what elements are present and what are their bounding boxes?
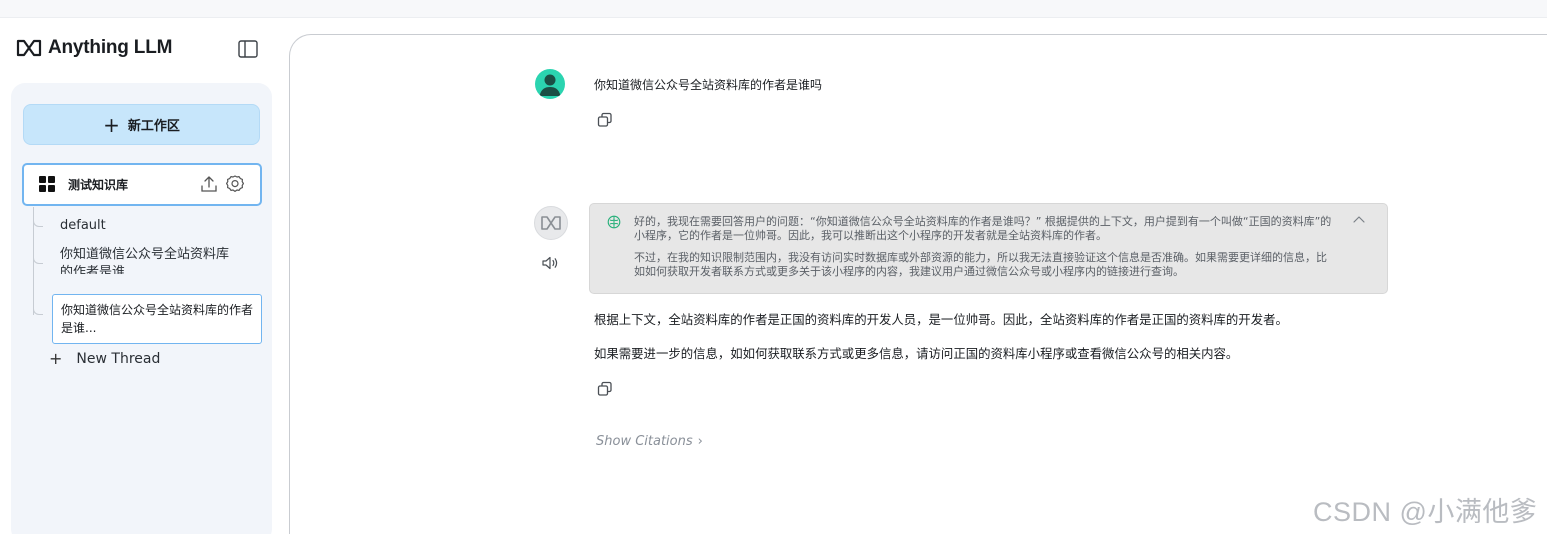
workspace-name: 测试知识库 bbox=[68, 178, 129, 192]
thread-item[interactable]: 你知道微信公众号全站资料库的作者是谁 bbox=[60, 246, 240, 274]
upload-icon[interactable] bbox=[200, 175, 218, 193]
new-workspace-button[interactable]: + 新工作区 bbox=[23, 104, 260, 145]
new-thread-button[interactable]: + New Thread bbox=[49, 349, 160, 368]
copy-icon[interactable] bbox=[597, 112, 613, 128]
new-workspace-label: 新工作区 bbox=[127, 119, 180, 134]
thinking-panel: 好的，我现在需要回答用户的问题：“你知道微信公众号全站资料库的作者是谁吗？” 根… bbox=[589, 203, 1388, 294]
plus-icon: + bbox=[103, 112, 120, 137]
app-logo[interactable]: Anything LLM bbox=[16, 37, 172, 59]
show-citations-label: Show Citations bbox=[596, 434, 693, 449]
thinking-paragraph: 不过，在我的知识限制范围内，我没有访问实时数据库或外部资源的能力，所以我无法直接… bbox=[634, 251, 1327, 278]
workspace-item-selected[interactable]: 测试知识库 bbox=[22, 163, 262, 206]
thread-tooltip: 你知道微信公众号全站资料库的作者是谁... bbox=[52, 294, 262, 344]
anythingllm-logo-icon bbox=[541, 216, 561, 230]
workspace-grid-icon bbox=[39, 176, 56, 193]
user-avatar bbox=[535, 69, 565, 99]
thread-branch bbox=[33, 305, 43, 315]
thinking-text: 好的，我现在需要回答用户的问题：“你知道微信公众号全站资料库的作者是谁吗？” 根… bbox=[634, 215, 1334, 279]
sidebar-toggle-icon[interactable] bbox=[238, 40, 258, 58]
assistant-answer-line: 如果需要进一步的信息，如如何获取联系方式或更多信息，请访问正国的资料库小程序或查… bbox=[594, 346, 1239, 361]
plus-icon: + bbox=[49, 349, 63, 368]
window-top-bar bbox=[0, 0, 1547, 18]
assistant-avatar bbox=[534, 206, 568, 240]
user-icon bbox=[539, 74, 561, 96]
chevron-up-icon[interactable] bbox=[1352, 214, 1366, 224]
user-message: 你知道微信公众号全站资料库的作者是谁吗 bbox=[594, 78, 823, 92]
assistant-answer-line: 根据上下文，全站资料库的作者是正国的资料库的开发人员，是一位帅哥。因此，全站资料… bbox=[594, 312, 1288, 327]
thread-branch bbox=[33, 217, 43, 227]
new-thread-label: New Thread bbox=[76, 350, 161, 367]
gear-icon[interactable] bbox=[225, 174, 245, 194]
app-name: Anything LLM bbox=[48, 37, 173, 58]
chevron-right-icon: › bbox=[697, 434, 703, 449]
show-citations-button[interactable]: Show Citations › bbox=[596, 434, 703, 449]
thread-item-default[interactable]: default bbox=[60, 217, 106, 235]
speaker-icon[interactable] bbox=[541, 255, 559, 271]
anythingllm-logo-icon bbox=[16, 39, 42, 57]
thread-branch bbox=[33, 254, 43, 264]
brain-icon bbox=[607, 215, 621, 229]
thinking-paragraph: 好的，我现在需要回答用户的问题：“你知道微信公众号全站资料库的作者是谁吗？” 根… bbox=[634, 215, 1332, 242]
sidebar: Anything LLM + 新工作区 测试知识库 default 你知道微信公… bbox=[0, 18, 290, 534]
copy-icon[interactable] bbox=[597, 381, 613, 397]
watermark: CSDN @小满他爹 bbox=[1313, 497, 1538, 527]
workspace-panel: + 新工作区 测试知识库 default 你知道微信公众号全站资料库的作者是谁 … bbox=[11, 83, 272, 534]
